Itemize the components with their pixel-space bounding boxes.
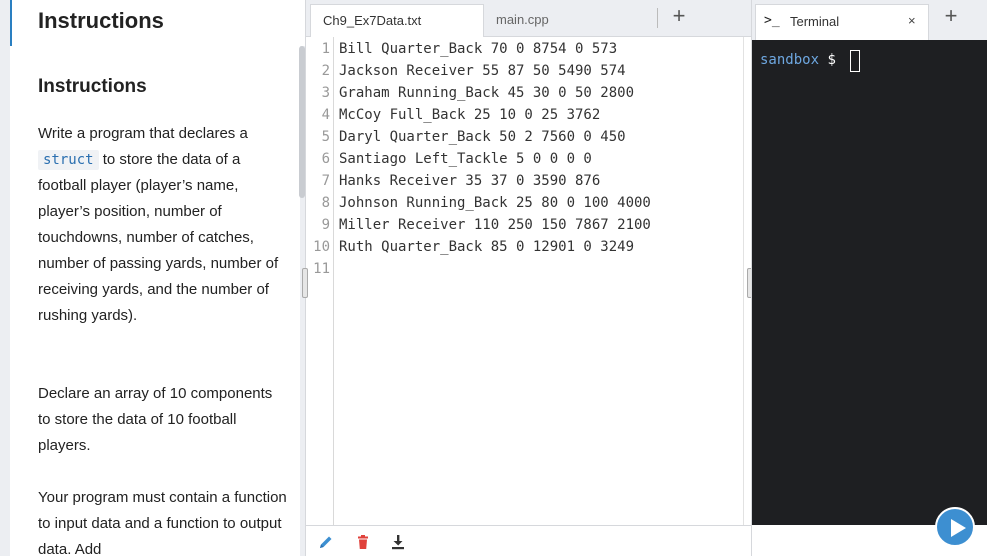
instructions-paragraph-3: Your program must contain a function to … (38, 489, 287, 556)
code-editor: Ch9_Ex7Data.txt main.cpp + 1 2 3 4 5 6 7… (305, 0, 752, 556)
line-number: 7 (321, 173, 330, 189)
tab-main-cpp[interactable]: main.cpp (484, 4, 654, 37)
instructions-panel: Instructions Instructions Write a progra… (0, 0, 305, 556)
code-line[interactable]: Johnson Running_Back 25 80 0 100 4000 (339, 195, 651, 211)
line-number: 3 (321, 85, 330, 101)
tab-divider (657, 8, 658, 28)
prompt-host: sandbox (760, 52, 820, 68)
tab-terminal[interactable]: >_ Terminal × (755, 4, 929, 40)
editor-scroll-track (743, 37, 744, 525)
code-line[interactable]: Daryl Quarter_Back 50 2 7560 0 450 (339, 129, 626, 145)
close-icon[interactable]: × (908, 13, 916, 28)
terminal-panel: >_ Terminal × + sandbox $ (751, 0, 987, 556)
instructions-content: Instructions Write a program that declar… (10, 46, 300, 556)
terminal-cursor (850, 50, 860, 72)
tab-data-file[interactable]: Ch9_Ex7Data.txt (310, 4, 484, 37)
editor-tabbar: Ch9_Ex7Data.txt main.cpp + (306, 0, 752, 37)
code-line[interactable]: Hanks Receiver 35 37 0 3590 876 (339, 173, 600, 189)
line-number: 6 (321, 151, 330, 167)
line-number: 8 (321, 195, 330, 211)
instructions-header: Instructions (10, 0, 305, 46)
line-number: 5 (321, 129, 330, 145)
paragraph-1-text-b: to store the data of a football player (… (38, 151, 279, 324)
line-number-gutter: 1 2 3 4 5 6 7 8 9 10 11 (306, 37, 334, 525)
code-area[interactable]: 1 2 3 4 5 6 7 8 9 10 11 Bill Quarter_Bac… (306, 37, 752, 525)
line-number: 4 (321, 107, 330, 123)
instructions-paragraph-2: Declare an array of 10 components to sto… (38, 385, 273, 454)
pencil-icon[interactable] (318, 534, 334, 550)
terminal-tab-label: Terminal (790, 14, 840, 29)
instructions-paragraph-1: Write a program that declares a struct t… (38, 121, 288, 329)
terminal-body[interactable]: sandbox $ (752, 40, 987, 525)
struct-code: struct (38, 150, 99, 170)
add-tab-button[interactable]: + (668, 3, 690, 29)
instructions-header-title: Instructions (38, 8, 164, 33)
download-icon[interactable] (390, 534, 406, 550)
code-line[interactable]: Jackson Receiver 55 87 50 5490 574 (339, 63, 626, 79)
paragraph-1-text-a: Write a program that declares a (38, 125, 248, 142)
line-number: 10 (313, 239, 330, 255)
instructions-heading: Instructions (38, 76, 147, 97)
add-terminal-button[interactable]: + (940, 3, 962, 29)
code-line[interactable]: Graham Running_Back 45 30 0 50 2800 (339, 85, 634, 101)
code-line[interactable]: Miller Receiver 110 250 150 7867 2100 (339, 217, 651, 233)
line-number: 9 (321, 217, 330, 233)
terminal-tabbar: >_ Terminal × + (752, 0, 987, 40)
trash-icon[interactable] (355, 534, 371, 550)
code-line[interactable]: Bill Quarter_Back 70 0 8754 0 573 (339, 41, 617, 57)
code-line[interactable]: Ruth Quarter_Back 85 0 12901 0 3249 (339, 239, 634, 255)
editor-footer (306, 525, 752, 556)
line-number: 1 (321, 41, 330, 57)
play-icon (951, 519, 966, 537)
terminal-prompt: sandbox $ (760, 52, 836, 68)
left-splitter-handle[interactable] (302, 268, 308, 298)
terminal-icon: >_ (764, 13, 780, 28)
prompt-symbol: $ (827, 52, 836, 68)
code-line[interactable]: Santiago Left_Tackle 5 0 0 0 0 (339, 151, 592, 167)
run-button[interactable] (935, 507, 975, 547)
line-number: 11 (313, 261, 330, 277)
line-number: 2 (321, 63, 330, 79)
code-line[interactable]: McCoy Full_Back 25 10 0 25 3762 (339, 107, 600, 123)
